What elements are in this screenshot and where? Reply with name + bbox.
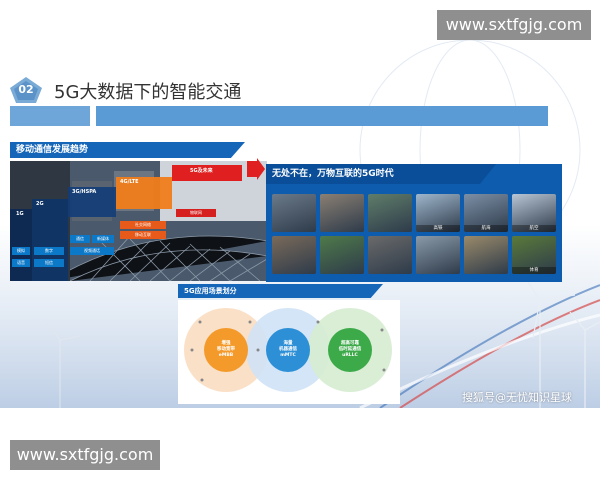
scenes-header: 无处不在，万物互联的5G时代 <box>266 164 496 184</box>
title-bar-right <box>96 106 548 126</box>
scene-tile <box>368 236 412 274</box>
circle-embb-label: 增强 移动宽带 eMBB <box>217 341 235 358</box>
gen-2g-bar <box>32 199 68 281</box>
gen-1g-bar <box>10 209 32 281</box>
evolution-cell: 通信 <box>70 235 90 243</box>
watermark-top: www.sxtfgjg.com <box>437 10 591 40</box>
evolution-cell: 模拟 <box>12 247 30 255</box>
scene-tile-label: 高铁 <box>416 225 460 232</box>
arrow-right-icon <box>247 158 265 180</box>
scene-tile <box>320 236 364 274</box>
evolution-cell: 新媒体 <box>92 235 114 243</box>
scenarios-panel: 增强 移动宽带 eMBB 海量 机器通信 mMTC 超高可靠 低时延通信 uRL… <box>178 300 400 404</box>
circle-urllc-label: 超高可靠 低时延通信 uRLLC <box>338 341 362 358</box>
evolution-cell: 短信 <box>34 259 64 267</box>
scene-tile: 航海 <box>464 194 508 232</box>
watermark-bottom: www.sxtfgjg.com <box>10 440 160 470</box>
evolution-cell: 移动互联 <box>120 231 166 239</box>
scene-tile-label: 体育 <box>512 267 556 274</box>
scene-tile-label: 航海 <box>464 225 508 232</box>
scene-tile-label: 航空 <box>512 225 556 232</box>
evolution-cell: 语音 <box>12 259 30 267</box>
scene-tile <box>320 194 364 232</box>
gen-label: 2G <box>36 201 44 207</box>
scene-tile <box>272 236 316 274</box>
scene-tile <box>368 194 412 232</box>
slide: 02 5G大数据下的智能交通 移动通信发展趋势 1G 2G 3G/HSPA 4G… <box>0 0 600 408</box>
gen-label: 4G/LTE <box>120 179 139 185</box>
scene-tile <box>416 236 460 274</box>
gen-label: 1G <box>16 211 24 217</box>
evolution-cell: 数字 <box>34 247 64 255</box>
evolution-cell: 物联网 <box>176 209 216 217</box>
scene-tile: 高铁 <box>416 194 460 232</box>
scene-tile: 航空 <box>512 194 556 232</box>
slide-number: 02 <box>18 83 34 96</box>
scenes-grid: 高铁 航海 航空体育 <box>272 194 558 278</box>
source-credit: 搜狐号@无忧知识星球 <box>462 391 572 404</box>
scene-tile <box>272 194 316 232</box>
scenarios-header: 5G应用场景划分 <box>178 284 383 298</box>
evolution-figure: 1G 2G 3G/HSPA 4G/LTE 5G及未来 模拟 语音 数字 短信 通… <box>10 161 267 281</box>
page-title: 5G大数据下的智能交通 <box>54 82 242 103</box>
evolution-cell: 视频通话 <box>70 247 114 255</box>
gen-label: 5G及未来 <box>190 168 213 174</box>
title-bar-left <box>10 106 90 126</box>
gen-label: 3G/HSPA <box>72 189 97 195</box>
scene-tile: 体育 <box>512 236 556 274</box>
evolution-header: 移动通信发展趋势 <box>10 142 245 158</box>
evolution-cell: 社交网络 <box>120 221 166 229</box>
circle-mmtc-label: 海量 机器通信 mMTC <box>279 341 297 358</box>
scene-tile <box>464 236 508 274</box>
